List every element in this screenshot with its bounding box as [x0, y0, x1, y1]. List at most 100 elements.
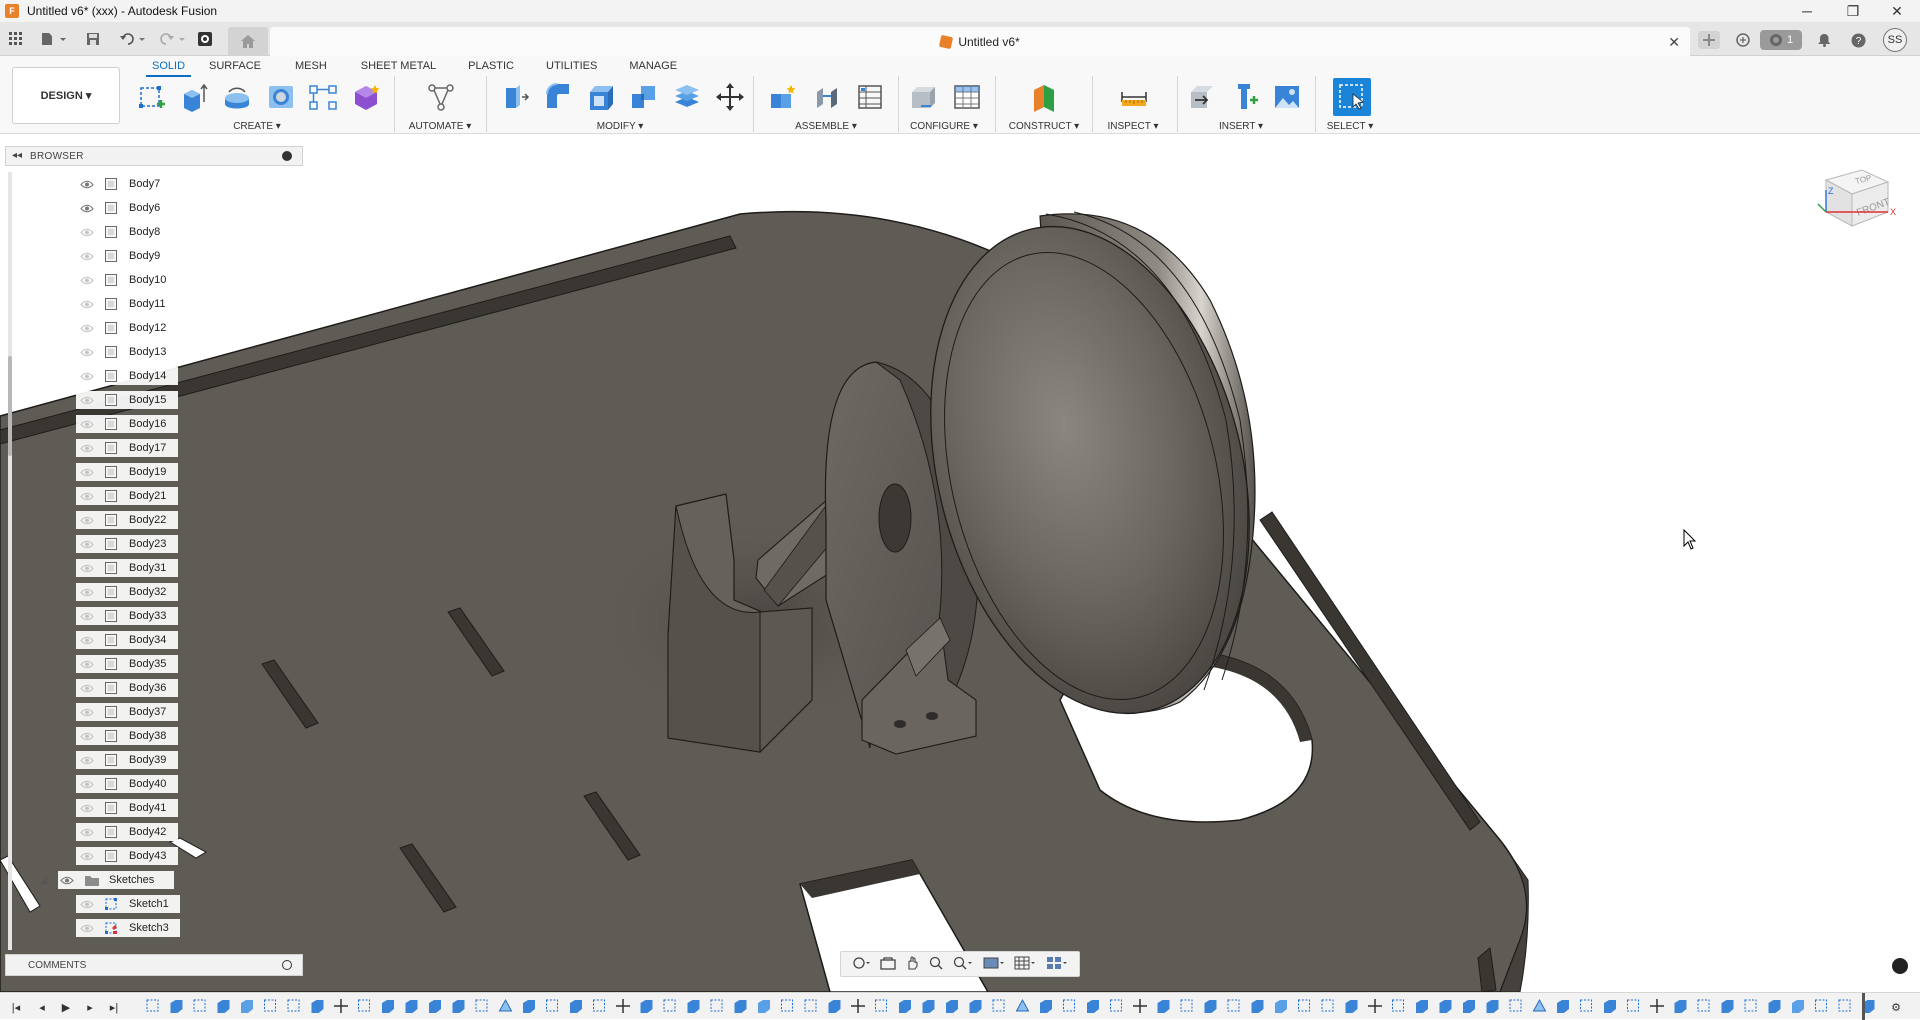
press-pull-icon[interactable] — [498, 80, 532, 114]
timeline-feature-sketch-icon[interactable] — [146, 999, 159, 1012]
visibility-eye-icon[interactable] — [80, 827, 94, 837]
timeline-feature-chamfer-icon[interactable] — [946, 1000, 958, 1013]
extensions-icon[interactable] — [1732, 31, 1754, 49]
browser-body-item[interactable]: Body6 — [80, 198, 160, 218]
timeline-feature-sketch-icon[interactable] — [1321, 999, 1334, 1012]
timeline-feature-plane-icon[interactable] — [498, 998, 513, 1012]
visibility-eye-icon[interactable] — [80, 395, 94, 405]
collapse-browser-icon[interactable]: ◂◂ — [12, 150, 22, 161]
timeline-feature-move-icon[interactable] — [1133, 999, 1147, 1013]
timeline-feature-extrude-icon[interactable] — [1087, 1000, 1099, 1013]
timeline-feature-extrude-icon[interactable] — [1040, 1000, 1052, 1013]
timeline-feature-extrude-icon[interactable] — [452, 1000, 465, 1013]
browser-body-item[interactable]: Body8 — [80, 222, 160, 242]
browser-body-item[interactable]: Body16 — [80, 414, 166, 434]
timeline-features[interactable] — [145, 997, 1885, 1015]
browser-body-item[interactable]: Body15 — [80, 390, 166, 410]
visibility-eye-icon[interactable] — [80, 779, 94, 789]
timeline-feature-fillet-icon[interactable] — [241, 1000, 253, 1013]
file-menu-icon[interactable] — [38, 29, 70, 49]
visibility-eye-icon[interactable] — [80, 755, 94, 765]
timeline-start-button[interactable]: |◂ — [8, 999, 24, 1015]
viewports-icon[interactable] — [1046, 956, 1068, 973]
bill-of-materials-icon[interactable] — [853, 80, 887, 114]
grid-settings-icon[interactable] — [1014, 956, 1036, 973]
browser-body-item[interactable]: Body43 — [80, 846, 166, 866]
visibility-eye-icon[interactable] — [80, 635, 94, 645]
browser-sketch-item[interactable]: Sketch3 — [80, 918, 169, 938]
timeline-feature-chamfer-icon[interactable] — [429, 1000, 441, 1013]
look-at-icon[interactable] — [879, 956, 896, 973]
browser-body-item[interactable]: Body38 — [80, 726, 166, 746]
timeline-feature-chamfer-icon[interactable] — [1463, 1000, 1475, 1013]
timeline-feature-extrude-icon[interactable] — [1604, 1000, 1616, 1013]
construct-menu[interactable]: CONSTRUCT ▾ — [1009, 121, 1079, 132]
measure-icon[interactable] — [1117, 80, 1151, 114]
visibility-eye-icon[interactable] — [80, 179, 94, 189]
revolve-icon[interactable] — [220, 80, 254, 114]
timeline-feature-sketch-icon[interactable] — [1227, 999, 1240, 1012]
insert-derive-icon[interactable] — [1185, 80, 1219, 114]
3d-viewport[interactable] — [0, 134, 1920, 992]
browser-body-item[interactable]: Body13 — [80, 342, 166, 362]
create-menu[interactable]: CREATE ▾ — [233, 121, 281, 132]
timeline-feature-extrude-icon[interactable] — [1486, 1000, 1499, 1013]
visibility-eye-icon[interactable] — [80, 419, 94, 429]
timeline-next-button[interactable]: ▸ — [82, 999, 98, 1015]
home-tab[interactable] — [228, 27, 268, 56]
timeline-feature-extrude-icon[interactable] — [217, 1000, 230, 1013]
timeline-feature-fillet-icon[interactable] — [1792, 1000, 1804, 1013]
timeline-feature-extrude-icon[interactable] — [311, 1000, 324, 1013]
timeline-feature-extrude-icon[interactable] — [1768, 1000, 1781, 1013]
browser-body-item[interactable]: Body19 — [80, 462, 166, 482]
timeline-feature-extrude-icon[interactable] — [734, 1000, 747, 1013]
tab-solid[interactable]: SOLID — [140, 58, 197, 77]
browser-body-item[interactable]: Body40 — [80, 774, 166, 794]
visibility-eye-icon[interactable] — [80, 899, 94, 909]
timeline-feature-extrude-icon[interactable] — [1251, 1000, 1264, 1013]
modify-menu[interactable]: MODIFY ▾ — [597, 121, 644, 132]
timeline-feature-sketch-icon[interactable] — [663, 999, 676, 1012]
job-status-badge[interactable]: 1 — [1760, 30, 1802, 50]
tab-mesh[interactable]: MESH — [273, 58, 349, 74]
select-menu[interactable]: SELECT ▾ — [1327, 121, 1374, 132]
timeline-feature-extrude-icon[interactable] — [170, 1000, 183, 1013]
timeline-feature-extrude-icon[interactable] — [899, 1000, 911, 1013]
visibility-eye-icon[interactable] — [80, 491, 94, 501]
hole-icon[interactable] — [264, 80, 298, 114]
pan-icon[interactable] — [905, 955, 919, 973]
timeline-feature-extrude-icon[interactable] — [969, 1000, 982, 1013]
tab-plastic[interactable]: PLASTIC — [448, 58, 534, 74]
timeline-feature-sketch-icon[interactable] — [287, 999, 300, 1012]
new-tab-button[interactable] — [1698, 31, 1720, 49]
browser-body-item[interactable]: Body36 — [80, 678, 166, 698]
timeline-feature-sketch-icon[interactable] — [710, 999, 723, 1012]
construct-plane-icon[interactable] — [1028, 80, 1062, 114]
workspace-switcher[interactable]: DESIGN ▾ — [12, 67, 120, 124]
timeline-feature-extrude-icon[interactable] — [523, 1000, 535, 1013]
notifications-icon[interactable] — [1813, 31, 1835, 49]
timeline-feature-sketch-icon[interactable] — [1627, 999, 1639, 1012]
timeline-feature-extrude-icon[interactable] — [1345, 1000, 1358, 1013]
visibility-eye-icon[interactable] — [80, 515, 94, 525]
timeline-feature-sketch-icon[interactable] — [1298, 999, 1310, 1012]
pattern-icon[interactable] — [306, 80, 340, 114]
browser-body-item[interactable]: Body12 — [80, 318, 166, 338]
browser-body-item[interactable]: Body17 — [80, 438, 166, 458]
inspect-menu[interactable]: INSPECT ▾ — [1108, 121, 1159, 132]
document-tab[interactable]: Untitled v6* ✕ — [270, 27, 1690, 56]
browser-body-item[interactable]: Body41 — [80, 798, 166, 818]
visibility-eye-icon[interactable] — [80, 539, 94, 549]
timeline-feature-extrude-icon[interactable] — [1416, 1000, 1428, 1013]
fillet-icon[interactable] — [541, 80, 575, 114]
browser-panel-header[interactable]: ◂◂ BROWSER — [5, 146, 303, 166]
timeline-feature-sketch-icon[interactable] — [193, 999, 206, 1012]
move-copy-icon[interactable] — [713, 80, 747, 114]
joint-icon[interactable] — [810, 80, 844, 114]
text-commands-icon[interactable] — [1892, 958, 1908, 974]
timeline-feature-plane-icon[interactable] — [1532, 998, 1547, 1012]
visibility-eye-icon[interactable] — [80, 251, 94, 261]
tab-utilities[interactable]: UTILITIES — [534, 58, 609, 74]
timeline-feature-sketch-icon[interactable] — [1580, 999, 1592, 1012]
timeline-feature-move-icon[interactable] — [616, 999, 630, 1013]
